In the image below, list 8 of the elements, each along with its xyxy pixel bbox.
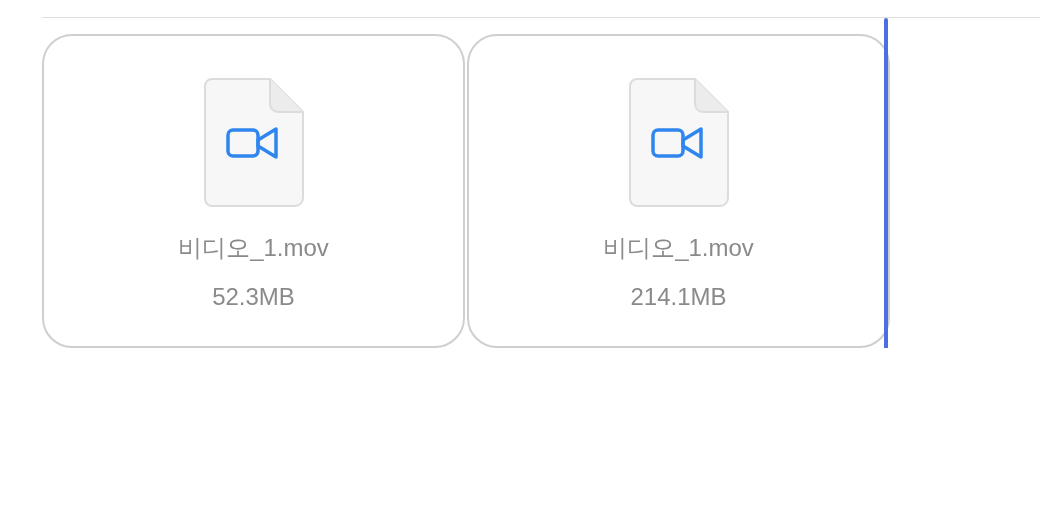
file-name: 비디오_1.mov bbox=[178, 233, 329, 263]
file-card[interactable]: 비디오_1.mov 214.1MB bbox=[467, 34, 890, 348]
file-name: 비디오_1.mov bbox=[603, 233, 754, 263]
file-size: 52.3MB bbox=[212, 282, 295, 312]
file-card[interactable]: 비디오_1.mov 52.3MB bbox=[42, 34, 465, 348]
video-file-icon bbox=[203, 78, 304, 207]
file-size: 214.1MB bbox=[630, 282, 727, 312]
video-file-icon bbox=[628, 78, 729, 207]
